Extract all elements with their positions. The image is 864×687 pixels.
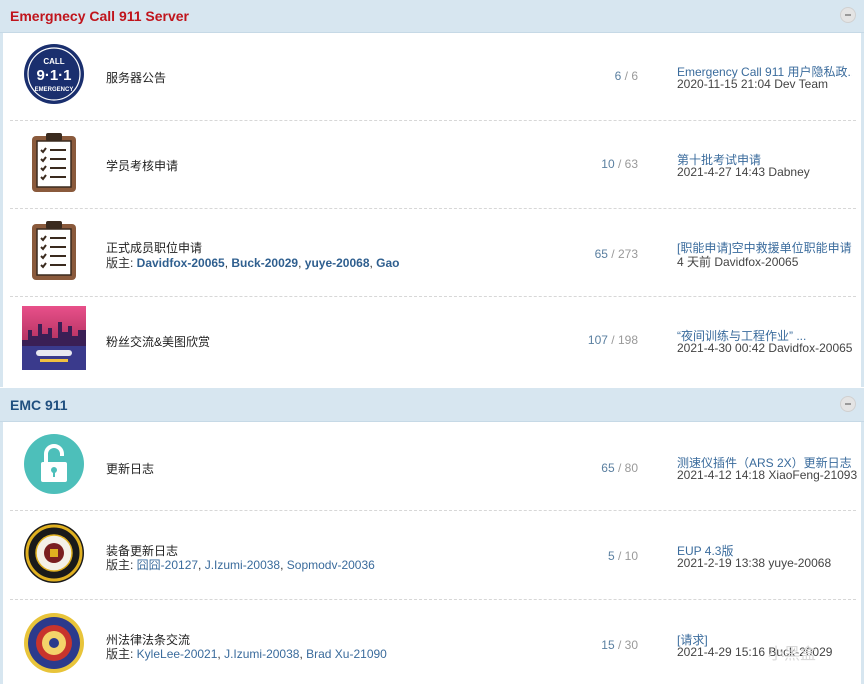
unlock-icon[interactable] — [22, 432, 86, 496]
forum-row: 州法律法条交流 版主: KyleLee-20021, J.Izumi-20038… — [10, 599, 856, 687]
forum-row: 学员考核申请 10 / 63 第十批考试申请 2021-4-27 14:43 D… — [10, 120, 856, 209]
moderator-link[interactable]: 囧囧-20127 — [137, 558, 198, 572]
moderators: 版主: KyleLee-20021, J.Izumi-20038, Brad X… — [106, 647, 387, 661]
forum-row: 粉丝交流&美图欣赏 107 / 198 “夜间训练与工程作业” ... 2021… — [10, 296, 856, 384]
left-border — [0, 421, 3, 684]
forum-stats: 6 / 6 — [614, 69, 638, 83]
forum-stats: 15 / 30 — [601, 638, 638, 652]
last-post-meta: 2021-4-27 14:43 Dabney — [677, 165, 810, 179]
forum-row: 正式成员职位申请 版主: Davidfox-20065, Buck-20029,… — [10, 208, 856, 297]
moderator-link[interactable]: Davidfox-20065 — [137, 256, 225, 270]
category-title[interactable]: EMC 911 — [10, 397, 68, 413]
forum-name[interactable]: 服务器公告 — [106, 69, 166, 86]
watermark: 小黑盒 — [768, 646, 817, 663]
moderator-link[interactable]: Gao — [376, 256, 399, 270]
svg-text:9·1·1: 9·1·1 — [36, 67, 71, 84]
forum-name[interactable]: 更新日志 — [106, 460, 154, 477]
forum-stats: 65 / 273 — [594, 247, 638, 261]
moderator-link[interactable]: KyleLee-20021 — [137, 647, 218, 661]
forum-stats: 5 / 10 — [607, 549, 638, 563]
enforcement-seal-icon[interactable] — [22, 521, 86, 585]
forum-name[interactable]: 粉丝交流&美图欣赏 — [106, 333, 210, 350]
category-header: Emergnecy Call 911 Server — [0, 0, 864, 33]
clipboard-checklist-icon[interactable] — [22, 218, 86, 282]
justice-seal-icon[interactable] — [22, 611, 86, 675]
forum-stats: 65 / 80 — [601, 461, 638, 475]
forum-row: 更新日志 65 / 80 测速仪插件（ARS 2X）更新日志 ... 2021-… — [10, 422, 858, 511]
collapse-icon[interactable] — [840, 7, 856, 23]
last-post-meta: 2020-11-15 21:04 Dev Team — [677, 77, 828, 91]
moderator-link[interactable]: Brad Xu-21090 — [306, 647, 387, 661]
moderator-link[interactable]: J.Izumi-20038 — [224, 647, 299, 661]
moderator-link[interactable]: J.Izumi-20038 — [205, 558, 280, 572]
forum-stats: 10 / 63 — [601, 157, 638, 171]
last-post-meta: 2021-4-30 00:42 Davidfox-20065 — [677, 341, 853, 355]
clipboard-checklist-icon[interactable] — [22, 130, 86, 194]
moderators: 版主: Davidfox-20065, Buck-20029, yuye-200… — [106, 256, 400, 270]
moderator-link[interactable]: yuye-20068 — [305, 256, 370, 270]
fan-art-image-icon[interactable] — [22, 306, 86, 370]
forum-row: 装备更新日志 版主: 囧囧-20127, J.Izumi-20038, Sopm… — [10, 511, 856, 600]
collapse-icon[interactable] — [840, 396, 856, 412]
emergency-911-badge-icon[interactable]: CALL 9·1·1 EMERGENCY — [22, 42, 86, 106]
last-post-meta: 4 天前 Davidfox-20065 — [677, 255, 799, 269]
moderators: 版主: 囧囧-20127, J.Izumi-20038, Sopmodv-200… — [106, 558, 375, 572]
svg-text:CALL: CALL — [43, 57, 64, 66]
forum-row: CALL 9·1·1 EMERGENCY 服务器公告 6 / 6 Emergen… — [10, 32, 856, 121]
forum-stats: 107 / 198 — [587, 333, 638, 347]
category-header: EMC 911 — [0, 388, 864, 422]
last-post-meta: 2021-2-19 13:38 yuye-20068 — [677, 556, 832, 570]
left-border — [0, 32, 3, 387]
last-post-meta: 2021-4-12 14:18 XiaoFeng-21093 — [677, 468, 858, 482]
svg-text:EMERGENCY: EMERGENCY — [35, 87, 74, 93]
moderator-link[interactable]: Sopmodv-20036 — [287, 558, 375, 572]
category-title[interactable]: Emergnecy Call 911 Server — [10, 8, 189, 24]
forum-name[interactable]: 学员考核申请 — [106, 157, 178, 174]
moderator-link[interactable]: Buck-20029 — [231, 256, 298, 270]
